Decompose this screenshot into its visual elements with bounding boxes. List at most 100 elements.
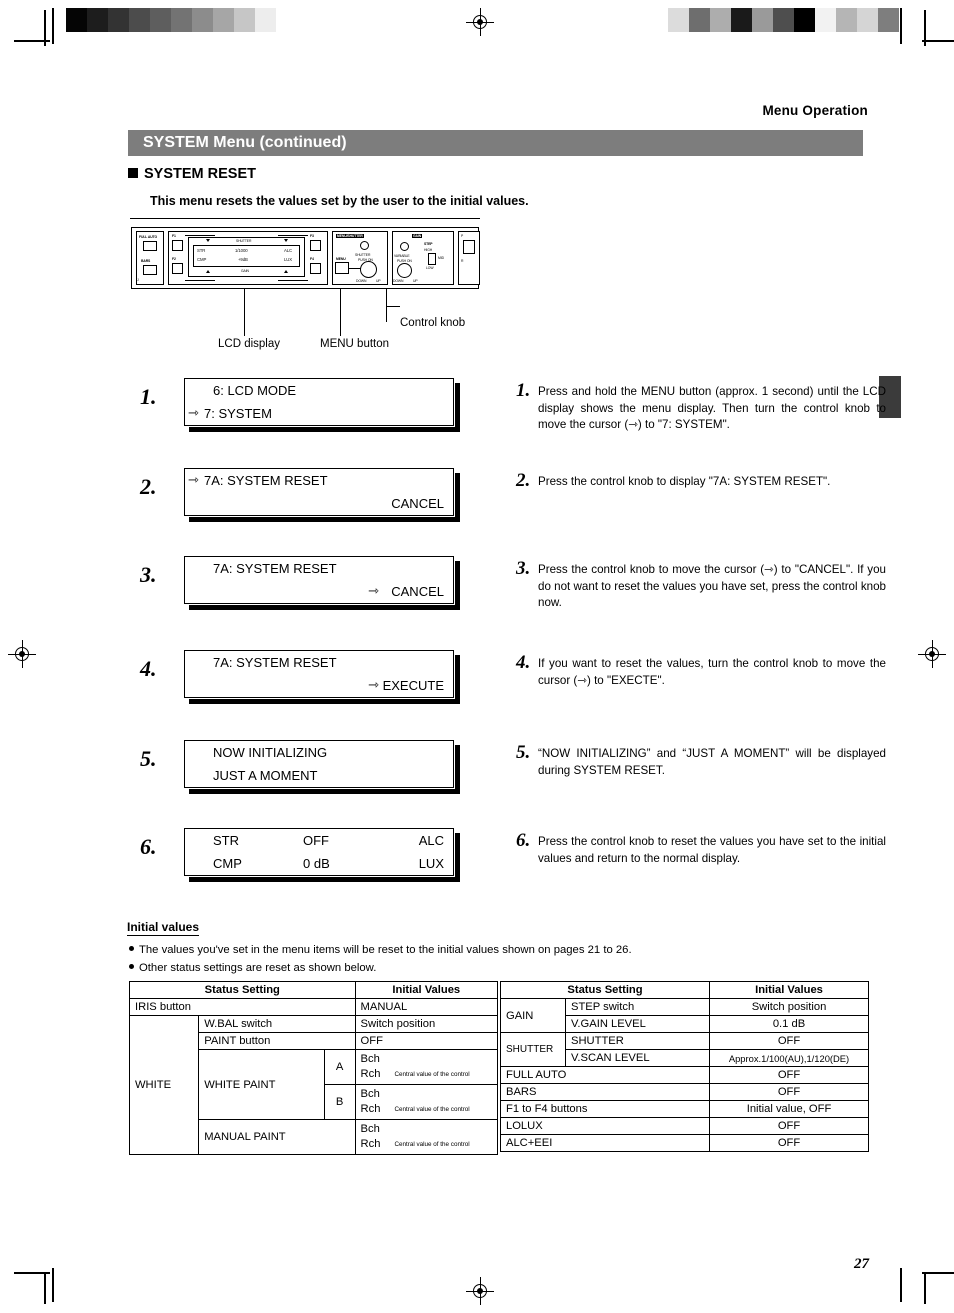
cell-iris-value: MANUAL [354,998,499,1016]
initial-values-bullet-1: The values you've set in the menu items … [129,944,632,956]
bullet-dot-icon [129,964,134,969]
label-bars: BARS [141,259,151,263]
crop-mark-bottom-right [912,1262,954,1304]
label-menu: MENU [336,257,346,261]
lcd-text-center: OFF [303,833,329,848]
label-rch: Rch [360,1103,381,1115]
lcd-line-2: CANCEL [185,493,453,517]
label-down-1: DOWN [356,279,367,283]
label-gain-group: GAIN [412,234,423,238]
header-status-setting: Status Setting [129,981,356,999]
gray-patch-0 [66,8,87,32]
cell-value: OFF [709,1083,869,1101]
group-full-auto-bars [136,231,164,285]
gray-patch-5 [773,8,794,32]
gray-patch-4 [150,8,171,32]
gray-patch-10 [276,8,297,32]
note-central-value: Central value of the control [394,1140,470,1148]
button-full-auto[interactable] [143,241,157,251]
gray-patch-5 [171,8,192,32]
gray-patch-9 [857,8,878,32]
bracket-line-top-left [185,235,215,236]
label-up-1: UP [376,279,381,283]
label-variable: VARIABLE [394,254,410,258]
lcd-line-1: 7A: SYSTEM RESET [185,558,453,582]
lcd-line-1: STR OFF ALC [185,830,453,854]
lcd-screen-step-2: ⇾ 7A: SYSTEM RESET CANCEL [184,468,460,522]
variable-knob[interactable] [397,263,412,278]
control-knob[interactable] [360,261,377,278]
note-central-value: Central value of the control [394,1070,470,1078]
table-header-row: Status Setting Initial Values [500,981,869,999]
bullet-text: Other status settings are reset as shown… [139,962,377,974]
crop-mark-bottom-left [14,1262,56,1304]
cell-manual-paint: MANUAL PAINT [198,1119,356,1155]
button-f2[interactable] [172,263,183,274]
panel-top-rule [130,218,480,220]
crop-mark-bottom-left-inner [52,1262,62,1304]
instruction-text-2: Press the control knob to display "7A: S… [538,475,831,488]
table-row: FULL AUTO OFF [500,1066,869,1084]
cursor-arrow-icon: ⇾ [188,473,199,488]
variable-small-knob[interactable] [400,242,409,251]
box-shadow-bottom [189,877,459,882]
leader-menu-button [340,289,342,336]
table-row: BARS OFF [500,1083,869,1101]
lcd-row2-right: LUX [284,257,293,262]
lcd-line-2: CMP 0 dB LUX [185,853,453,877]
cell-white-group: WHITE [128,1015,200,1155]
lcd-line-1: 6: LCD MODE [185,380,453,404]
cell-paint-button: PAINT button [198,1032,356,1050]
label-step-low: LOW [426,266,434,270]
cell-iris-button: IRIS button [129,998,356,1016]
table-header-row: Status Setting Initial Values [129,981,499,999]
lcd-top-label-shutter: SHUTTER [236,239,252,243]
button-menu[interactable] [335,262,349,274]
cell-item: FULL AUTO [500,1066,710,1084]
gray-calibration-strip-right [668,8,899,32]
label-rch: Rch [360,1138,381,1150]
button-f1[interactable] [172,240,183,251]
leader-lcd-display [244,289,246,336]
header-initial-values: Initial Values [354,981,499,999]
registration-mark-left [8,640,36,668]
lcd-text-left: 7A: SYSTEM RESET [213,561,337,576]
crop-mark-top-left-inner [52,8,62,48]
label-rch: Rch [360,1068,381,1080]
step-switch[interactable] [428,253,436,265]
running-head: Menu Operation [762,103,868,118]
button-f3[interactable] [310,240,321,251]
box-shadow-right [455,473,460,522]
label-shutter: SHUTTER [355,253,371,257]
button-right-partial[interactable] [463,240,475,254]
document-page: Menu Operation SYSTEM Menu (continued) S… [0,0,954,1313]
box-shadow-bottom [189,517,459,522]
bullet-text: The values you've set in the menu items … [139,944,632,956]
instruction-text-4: If you want to reset the values, turn th… [538,657,886,687]
gray-patch-2 [710,8,731,32]
lcd-screen-step-5: NOW INITIALIZING JUST A MOMENT [184,740,460,794]
lcd-text-center: 0 dB [303,856,330,871]
bracket-line-bottom-right [278,280,308,281]
step-number-1: 1. [140,384,157,409]
lcd-text-right: CANCEL [391,584,444,599]
label-up-2: UP [413,279,418,283]
lcd-marker-bottom-right-icon [284,270,288,273]
lcd-marker-top-right-icon [284,239,288,242]
lcd-row1-center: 1/1000 [235,248,248,253]
button-bars[interactable] [143,265,157,275]
label-down-2: DOWN [393,279,404,283]
button-f4[interactable] [310,263,321,274]
camera-control-panel: FULL AUTO BARS J F1 F2 F3 F4 SHUTTER GAI… [131,227,480,289]
cell-item: BARS [500,1083,710,1101]
leader-control-knob-h [386,306,400,308]
label-bch: Bch [360,1088,380,1100]
shutter-small-knob[interactable] [360,241,369,250]
cell-group-gain: GAIN [500,998,566,1033]
cell-value: Switch position [709,998,869,1016]
bullet-dot-icon [129,946,134,951]
box-shadow-right [455,833,460,882]
instruction-text-3: Press the control knob to move the curso… [538,563,886,609]
lcd-screen-step-1: 6: LCD MODE ⇾ 7: SYSTEM [184,378,460,432]
cell-white-paint-a-value: Bch Rch Central value of the control [354,1049,499,1085]
